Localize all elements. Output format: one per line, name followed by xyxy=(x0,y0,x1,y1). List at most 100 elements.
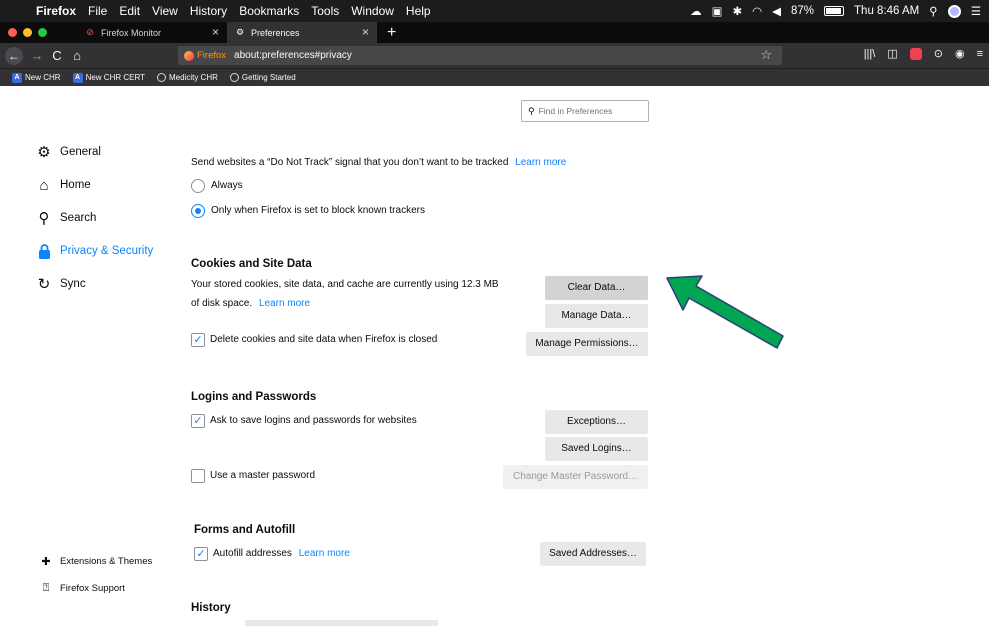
bookmark-new-chr[interactable]: A New CHR xyxy=(12,72,61,83)
cloud-icon[interactable]: ☁ xyxy=(690,4,702,18)
siri-icon[interactable] xyxy=(947,4,961,18)
cookies-usage-text: of disk space. xyxy=(191,298,253,309)
tab-preferences[interactable]: ⚙ Preferences × xyxy=(227,22,377,43)
home-button[interactable]: ⌂ xyxy=(67,48,87,63)
firefox-logo-icon xyxy=(184,50,194,61)
extension-icon[interactable]: ◉ xyxy=(955,47,965,60)
bookmark-medicity-chr[interactable]: Medicity CHR xyxy=(156,73,218,82)
menu-edit[interactable]: Edit xyxy=(119,4,140,18)
ask-save-logins-label[interactable]: Ask to save logins and passwords for web… xyxy=(210,415,417,426)
home-icon: ⌂ xyxy=(39,176,49,194)
reload-button[interactable]: C xyxy=(47,48,67,63)
toolbar-right: |||\ ◫ ⊙ ◉ ≡ xyxy=(864,47,983,60)
url-bar[interactable]: Firefox about:preferences#privacy ☆ xyxy=(178,46,782,65)
menu-bookmarks[interactable]: Bookmarks xyxy=(239,4,299,18)
manage-data-button[interactable]: Manage Data… xyxy=(545,304,648,328)
bookmark-label: New CHR xyxy=(25,73,61,82)
menu-window[interactable]: Window xyxy=(351,4,394,18)
sidebar-item-label: General xyxy=(60,146,101,158)
sidebar-item-label: Search xyxy=(60,212,97,224)
library-icon[interactable]: |||\ xyxy=(864,48,876,60)
history-heading: History xyxy=(191,602,231,614)
sidebar-footer-label: Extensions & Themes xyxy=(60,555,153,567)
master-password-label[interactable]: Use a master password xyxy=(210,470,315,481)
menu-tools[interactable]: Tools xyxy=(311,4,339,18)
cookies-learn-more-link[interactable]: Learn more xyxy=(259,298,310,309)
tab-title: Firefox Monitor xyxy=(101,27,162,38)
dnt-only-when-radio[interactable] xyxy=(191,204,205,218)
bookmark-star-icon[interactable]: ☆ xyxy=(760,47,772,63)
forward-button[interactable]: → xyxy=(27,48,47,63)
sidebar-item-search[interactable]: ⚲ Search xyxy=(36,210,97,227)
sidebar-item-sync[interactable]: ↻ Sync xyxy=(36,276,86,293)
sidebar-item-label: Sync xyxy=(60,278,86,290)
sidebar-firefox-support[interactable]: ⍰ Firefox Support xyxy=(40,582,125,594)
find-in-preferences-input[interactable]: ⚲ Find in Preferences xyxy=(521,100,649,122)
dnt-always-radio[interactable] xyxy=(191,179,205,193)
minimize-window-button[interactable] xyxy=(23,28,32,37)
sidebar-item-home[interactable]: ⌂ Home xyxy=(36,176,90,194)
bookmark-getting-started[interactable]: Getting Started xyxy=(229,73,296,82)
display-icon[interactable]: ▣ xyxy=(712,4,723,18)
url-text[interactable]: about:preferences#privacy xyxy=(234,50,352,61)
dnt-learn-more-link[interactable]: Learn more xyxy=(515,157,566,168)
bluetooth-icon[interactable]: ✱ xyxy=(732,4,742,18)
saved-logins-button[interactable]: Saved Logins… xyxy=(545,437,648,461)
menu-view[interactable]: View xyxy=(152,4,178,18)
new-tab-button[interactable]: + xyxy=(387,23,396,43)
zoom-window-button[interactable] xyxy=(38,28,47,37)
nav-bar: ← → C ⌂ Firefox about:preferences#privac… xyxy=(0,43,989,68)
sidebar-icon[interactable]: ◫ xyxy=(887,47,897,60)
battery-icon[interactable] xyxy=(824,6,845,16)
menu-history[interactable]: History xyxy=(190,4,227,18)
master-password-checkbox[interactable] xyxy=(191,469,205,483)
hamburger-menu-icon[interactable]: ≡ xyxy=(977,48,983,60)
menu-help[interactable]: Help xyxy=(406,4,431,18)
account-icon[interactable]: ⊙ xyxy=(934,47,943,60)
macos-menubar: Firefox File Edit View History Bookmarks… xyxy=(0,0,989,22)
monitor-icon: ⊘ xyxy=(86,27,94,37)
sidebar-item-general[interactable]: ⚙ General xyxy=(36,144,101,161)
dnt-only-when-label[interactable]: Only when Firefox is set to block known … xyxy=(211,205,425,216)
clear-data-button[interactable]: Clear Data… xyxy=(545,276,648,300)
ask-save-logins-checkbox[interactable]: ✓ xyxy=(191,414,205,428)
autofill-addresses-label[interactable]: Autofill addresses Learn more xyxy=(213,548,350,559)
autofill-addresses-checkbox[interactable]: ✓ xyxy=(194,547,208,561)
bookmark-new-chr-cert[interactable]: A New CHR CERT xyxy=(72,72,145,83)
history-dropdown-partial[interactable] xyxy=(245,620,438,626)
sidebar-extensions-themes[interactable]: ✚ Extensions & Themes xyxy=(40,555,153,568)
close-tab-icon[interactable]: × xyxy=(362,25,369,39)
bookmark-az-icon: A xyxy=(12,72,22,83)
delete-cookies-checkbox[interactable]: ✓ xyxy=(191,333,205,347)
annotation-arrow-icon xyxy=(666,275,784,349)
battery-percent: 87% xyxy=(791,5,815,17)
close-tab-icon[interactable]: × xyxy=(212,25,219,39)
clock[interactable]: Thu 8:46 AM xyxy=(854,5,919,17)
sync-icon: ↻ xyxy=(37,276,51,293)
globe-icon xyxy=(229,73,239,82)
manage-permissions-button[interactable]: Manage Permissions… xyxy=(526,332,648,356)
identity-box[interactable]: Firefox xyxy=(184,50,226,61)
menu-file[interactable]: File xyxy=(88,4,107,18)
volume-icon[interactable]: ◀ xyxy=(772,4,781,18)
bookmarks-toolbar: A New CHR A New CHR CERT Medicity CHR Ge… xyxy=(0,68,989,86)
pocket-icon[interactable] xyxy=(909,47,922,60)
saved-addresses-button[interactable]: Saved Addresses… xyxy=(540,542,646,566)
tab-firefox-monitor[interactable]: ⊘ Firefox Monitor × xyxy=(77,22,227,43)
logins-exceptions-button[interactable]: Exceptions… xyxy=(545,410,648,434)
gear-icon: ⚙ xyxy=(37,144,51,161)
back-button[interactable]: ← xyxy=(5,46,23,65)
autofill-learn-more-link[interactable]: Learn more xyxy=(299,548,350,559)
close-window-button[interactable] xyxy=(8,28,17,37)
sidebar-footer-label: Firefox Support xyxy=(60,582,125,594)
menu-firefox[interactable]: Firefox xyxy=(36,4,76,18)
dnt-always-label[interactable]: Always xyxy=(211,180,243,191)
wifi-icon[interactable]: ◠ xyxy=(752,4,762,18)
delete-cookies-label[interactable]: Delete cookies and site data when Firefo… xyxy=(210,334,437,345)
sidebar-item-privacy-security[interactable]: Privacy & Security xyxy=(36,243,153,259)
spotlight-icon[interactable]: ⚲ xyxy=(929,4,937,18)
tab-strip: ⊘ Firefox Monitor × ⚙ Preferences × + xyxy=(0,22,989,43)
preferences-page: ⚲ Find in Preferences ⚙ General ⌂ Home ⚲… xyxy=(0,86,989,626)
notification-center-icon[interactable]: ☰ xyxy=(971,4,981,18)
change-master-password-button[interactable]: Change Master Password… xyxy=(503,465,648,489)
